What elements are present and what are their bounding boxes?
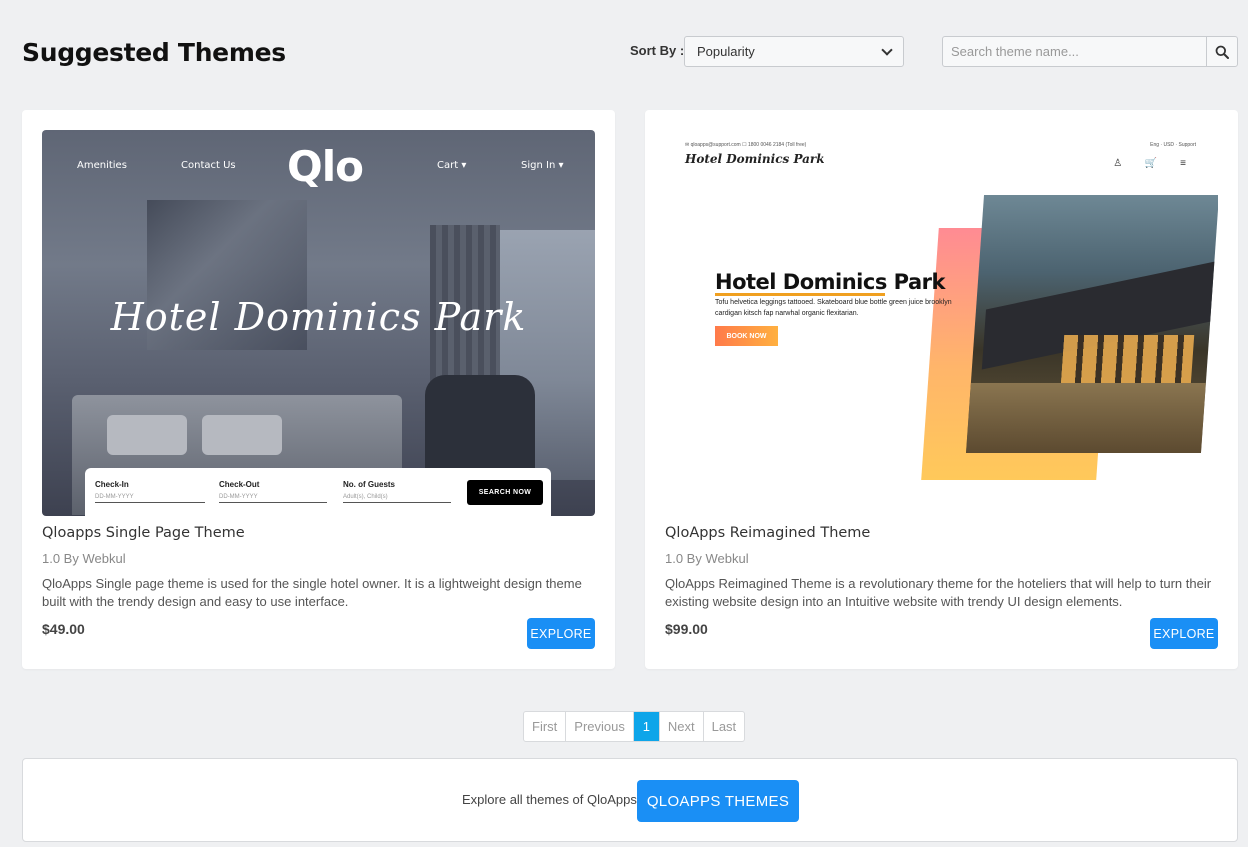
explore-all-text: Explore all themes of QloApps xyxy=(462,792,637,807)
pagination: First Previous 1 Next Last xyxy=(523,711,746,742)
preview-book-button: BOOK NOW xyxy=(715,326,778,346)
preview-booking-bar: Check-In DD-MM-YYYY Check-Out DD-MM-YYYY… xyxy=(85,468,551,516)
sort-label: Sort By : xyxy=(630,43,685,58)
preview-pillow xyxy=(202,415,282,455)
preview-topbar-right: Eng · USD · Support xyxy=(1150,142,1196,148)
sort-select-value: Popularity xyxy=(697,44,755,59)
theme-card: ✉ qloapps@support.com ☐ 1800 0046 2184 (… xyxy=(645,110,1238,669)
preview-hero-title: Hotel Dominics Park xyxy=(110,295,527,339)
theme-version: 1.0 By Webkul xyxy=(42,551,126,566)
theme-preview-image[interactable]: ✉ qloapps@support.com ☐ 1800 0046 2184 (… xyxy=(665,130,1218,516)
preview-field: Adult(s), Child(s) xyxy=(343,494,451,503)
preview-grass xyxy=(965,383,1206,453)
pagination-first[interactable]: First xyxy=(524,712,567,741)
explore-button[interactable]: EXPLORE xyxy=(527,618,595,649)
theme-price: $49.00 xyxy=(42,621,85,637)
preview-pillow xyxy=(107,415,187,455)
qloapps-themes-button[interactable]: QLOAPPS THEMES xyxy=(637,780,799,822)
preview-nav-item: Sign In ▾ xyxy=(521,160,564,171)
explore-all-panel: Explore all themes of QloApps QLOAPPS TH… xyxy=(22,758,1238,842)
theme-version: 1.0 By Webkul xyxy=(665,551,749,566)
sort-select[interactable]: Popularity xyxy=(684,36,904,67)
theme-title[interactable]: QloApps Reimagined Theme xyxy=(665,525,870,541)
search-icon xyxy=(1215,45,1229,59)
chevron-down-icon xyxy=(881,43,893,56)
theme-description: QloApps Single page theme is used for th… xyxy=(42,576,582,609)
pagination-page-current[interactable]: 1 xyxy=(633,712,660,741)
preview-field: DD-MM-YYYY xyxy=(219,494,327,503)
pagination-last[interactable]: Last xyxy=(704,712,745,741)
preview-header-icons: ♙ 🛒 ≡ xyxy=(1113,158,1196,169)
preview-logo: Hotel Dominics Park xyxy=(685,152,825,166)
preview-search-button: SEARCH NOW xyxy=(467,480,543,505)
preview-topbar: ✉ qloapps@support.com ☐ 1800 0046 2184 (… xyxy=(685,142,807,148)
preview-nav-item: Amenities xyxy=(77,160,127,171)
preview-field-label: No. of Guests xyxy=(343,480,396,489)
page-title: Suggested Themes xyxy=(22,38,286,67)
preview-field: DD-MM-YYYY xyxy=(95,494,205,503)
preview-logo: Qlo xyxy=(287,142,364,191)
preview-hero-subtitle: Tofu helvetica leggings tattooed. Skateb… xyxy=(715,299,952,317)
preview-nav-item: Contact Us xyxy=(181,160,236,171)
preview-field-label: Check-Out xyxy=(219,480,260,489)
theme-description: QloApps Reimagined Theme is a revolution… xyxy=(665,576,1212,609)
preview-hero-title: Hotel Dominics Park xyxy=(715,270,945,296)
search-box: Search theme name... xyxy=(942,36,1238,67)
preview-field-label: Check-In xyxy=(95,480,129,489)
theme-card: Amenities Contact Us Qlo Cart ▾ Sign In … xyxy=(22,110,615,669)
preview-hotel-photo xyxy=(965,195,1218,453)
search-input[interactable]: Search theme name... xyxy=(943,37,1206,66)
search-button[interactable] xyxy=(1206,37,1237,66)
preview-nav-item: Cart ▾ xyxy=(437,160,467,171)
pagination-previous[interactable]: Previous xyxy=(566,712,634,741)
explore-button[interactable]: EXPLORE xyxy=(1150,618,1218,649)
pagination-next[interactable]: Next xyxy=(660,712,704,741)
theme-price: $99.00 xyxy=(665,621,708,637)
theme-title[interactable]: Qloapps Single Page Theme xyxy=(42,525,245,541)
theme-preview-image[interactable]: Amenities Contact Us Qlo Cart ▾ Sign In … xyxy=(42,130,595,516)
